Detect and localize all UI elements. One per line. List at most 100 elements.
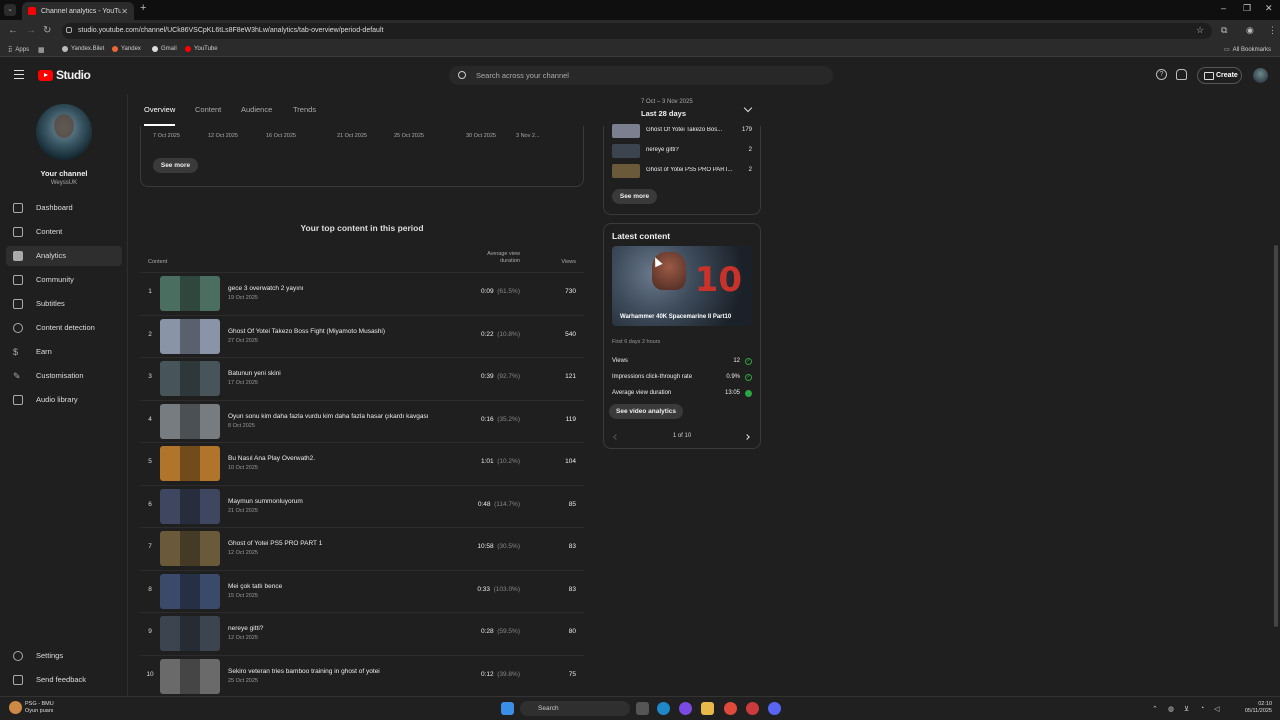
- taskbar-search[interactable]: Search: [520, 701, 630, 716]
- table-row[interactable]: 2 Ghost Of Yotei Takezo Boss Fight (Miyam…: [140, 314, 584, 357]
- video-title[interactable]: gece 3 overwatch 2 yayını: [228, 285, 304, 292]
- tab-list-icon[interactable]: ⌄: [4, 4, 16, 16]
- minimize-icon[interactable]: –: [1221, 3, 1226, 13]
- close-tab-icon[interactable]: ✕: [121, 7, 128, 16]
- forward-icon[interactable]: →: [26, 25, 36, 36]
- video-thumbnail[interactable]: [160, 318, 220, 354]
- video-thumbnail[interactable]: [160, 276, 220, 311]
- tab-trends[interactable]: Trends: [293, 105, 316, 114]
- sidebar-item-subtitles[interactable]: Subtitles: [6, 294, 122, 314]
- video-thumbnail[interactable]: [160, 658, 220, 694]
- see-more-realtime-button[interactable]: See more: [612, 189, 657, 204]
- see-more-button[interactable]: See more: [153, 158, 198, 173]
- windows-start-icon[interactable]: [501, 702, 514, 715]
- all-bookmarks[interactable]: ▭ All Bookmarks: [1224, 46, 1271, 54]
- tray-app-icon[interactable]: ◍: [1168, 705, 1174, 713]
- video-title[interactable]: Bu Nasıl Ana Play Overwath2.: [228, 455, 315, 462]
- close-window-icon[interactable]: ✕: [1265, 3, 1273, 14]
- wifi-icon[interactable]: ◔: [1200, 705, 1204, 712]
- create-button[interactable]: Create: [1197, 67, 1242, 84]
- video-thumbnail[interactable]: [612, 164, 640, 178]
- bookmark-gmail[interactable]: Gmail: [152, 46, 177, 52]
- video-title[interactable]: Oyun sonu kim daha fazla vurdu kim daha …: [228, 413, 429, 420]
- video-thumbnail[interactable]: [160, 403, 220, 439]
- video-thumbnail[interactable]: [160, 446, 220, 481]
- table-row[interactable]: 7 Ghost of Yotei PS5 PRO PART 1 12 Oct 202…: [140, 527, 584, 569]
- video-title[interactable]: Ghost of Yotei PS5 PRO PART 1: [228, 540, 322, 547]
- table-row[interactable]: 9 nereye gitti? 12 Oct 2025 0:28 (59.5%) 80: [140, 612, 584, 654]
- back-icon[interactable]: ←: [8, 25, 18, 36]
- bookmark-star-icon[interactable]: ☆: [1196, 25, 1204, 36]
- menu-icon[interactable]: [14, 70, 24, 79]
- restore-icon[interactable]: ❐: [1243, 3, 1251, 14]
- weather-widget[interactable]: PSG - BMU Oyun puanı: [25, 701, 54, 715]
- sidebar-item-content-detection[interactable]: Content detection: [6, 318, 122, 338]
- copilot-icon[interactable]: [679, 702, 692, 715]
- video-title[interactable]: Maymun summonluyorum: [228, 498, 303, 505]
- video-thumbnail[interactable]: [160, 573, 220, 609]
- tray-chevron-icon[interactable]: ⌃: [1152, 705, 1158, 713]
- browser-menu-icon[interactable]: ⋮: [1268, 25, 1277, 36]
- site-info-icon[interactable]: [66, 27, 72, 33]
- list-item[interactable]: Ghost of Yotei PS5 PRO PART... 2: [612, 164, 756, 178]
- sidebar-item-community[interactable]: Community: [6, 270, 122, 290]
- video-title[interactable]: Ghost Of Yotei Takezo Boss Fight (Miyamo…: [228, 328, 385, 335]
- video-title[interactable]: Sekiro veteran tries bamboo training in …: [228, 668, 380, 675]
- see-video-analytics-button[interactable]: See video analytics: [609, 404, 683, 419]
- studio-logo[interactable]: Studio: [38, 68, 91, 82]
- tab-overview[interactable]: Overview: [144, 105, 175, 114]
- table-row[interactable]: 4 Oyun sonu kim daha fazla vurdu kim daha…: [140, 399, 584, 442]
- video-title[interactable]: Ghost Of Yotei Takezo Bos...: [646, 127, 738, 133]
- chevron-down-icon[interactable]: [743, 103, 753, 113]
- channel-avatar[interactable]: [36, 104, 92, 160]
- video-thumbnail[interactable]: [612, 144, 640, 158]
- video-title[interactable]: nereye gitti?: [228, 625, 263, 632]
- bookmark-apps[interactable]: ⣿ Apps: [8, 46, 29, 54]
- video-thumbnail[interactable]: [612, 124, 640, 138]
- chrome-icon[interactable]: [724, 702, 737, 715]
- new-tab-icon[interactable]: +: [140, 2, 146, 14]
- sidebar-item-feedback[interactable]: Send feedback: [6, 670, 122, 690]
- table-row[interactable]: 10 Sekiro veteran tries bamboo training i…: [140, 654, 584, 697]
- search-input[interactable]: Search across your channel: [449, 66, 833, 85]
- reload-icon[interactable]: ↻: [43, 25, 51, 36]
- table-row[interactable]: 5 Bu Nasıl Ana Play Overwath2. 10 Oct 2025…: [140, 442, 584, 484]
- video-thumbnail[interactable]: [160, 488, 220, 524]
- video-title[interactable]: Batunun yeni skini: [228, 370, 281, 377]
- bookmark-yandex-bilet[interactable]: Yandex.Bilet: [62, 46, 104, 52]
- table-row[interactable]: 1 gece 3 overwatch 2 yayını 19 Oct 2025 0:0…: [140, 272, 584, 314]
- file-explorer-icon[interactable]: [701, 702, 714, 715]
- video-title[interactable]: Ghost of Yotei PS5 PRO PART...: [646, 167, 738, 173]
- date-range-selector[interactable]: 7 Oct – 3 Nov 2025 Last 28 days: [641, 99, 693, 118]
- tab-content[interactable]: Content: [195, 105, 221, 114]
- sidebar-item-earn[interactable]: $ Earn: [6, 342, 122, 362]
- grid-icon[interactable]: ▦: [38, 46, 45, 54]
- notifications-bell-icon[interactable]: [1176, 69, 1187, 80]
- system-clock[interactable]: 02:10 05/11/2025: [1245, 701, 1272, 715]
- video-thumbnail[interactable]: [160, 531, 220, 566]
- edge-icon[interactable]: [657, 702, 670, 715]
- sidebar-item-analytics[interactable]: Analytics: [6, 246, 122, 266]
- sidebar-item-customisation[interactable]: ✎ Customisation: [6, 366, 122, 386]
- sidebar-item-content[interactable]: Content: [6, 222, 122, 242]
- volume-icon[interactable]: ◁: [1214, 705, 1219, 713]
- tab-audience[interactable]: Audience: [241, 105, 272, 114]
- bookmark-youtube[interactable]: YouTube: [185, 46, 218, 52]
- table-row[interactable]: 6 Maymun summonluyorum 21 Oct 2025 0:48 (11…: [140, 484, 584, 527]
- video-thumbnail[interactable]: [160, 361, 220, 396]
- sidebar-item-settings[interactable]: Settings: [6, 646, 122, 666]
- video-thumbnail[interactable]: [160, 616, 220, 651]
- app-icon[interactable]: [746, 702, 759, 715]
- discord-icon[interactable]: [768, 702, 781, 715]
- table-row[interactable]: 8 Mei çok tatlı bence 15 Oct 2025 0:33 (103…: [140, 569, 584, 612]
- url-field[interactable]: studio.youtube.com/channel/UCk86VSCpKL6t…: [62, 23, 1212, 39]
- list-item[interactable]: Ghost Of Yotei Takezo Bos... 179: [612, 124, 756, 138]
- sidebar-item-dashboard[interactable]: Dashboard: [6, 198, 122, 218]
- video-title[interactable]: nereye gitti?: [646, 147, 738, 153]
- extensions-icon[interactable]: ⧉: [1221, 25, 1227, 36]
- tray-usb-icon[interactable]: ⊻: [1184, 705, 1189, 713]
- profile-icon[interactable]: ◉: [1246, 25, 1254, 36]
- table-row[interactable]: 3 Batunun yeni skini 17 Oct 2025 0:39 (92.7…: [140, 357, 584, 399]
- bookmark-yandex[interactable]: Yandex: [112, 46, 141, 52]
- latest-video-thumbnail[interactable]: 10 Warhammer 40K Spacemarine II Part10: [612, 246, 752, 326]
